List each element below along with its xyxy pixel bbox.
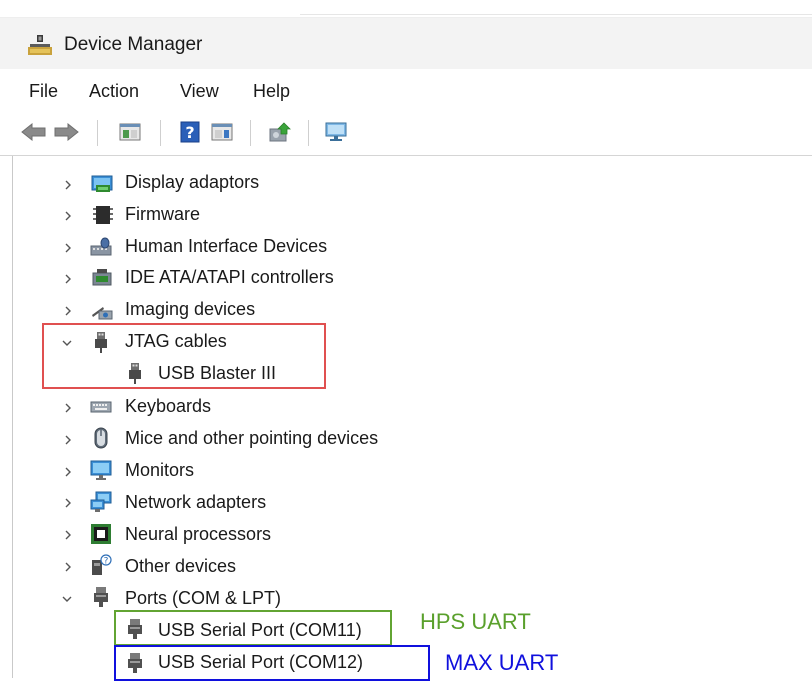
chevron-right-icon[interactable] bbox=[62, 305, 74, 317]
tree-item-label: Imaging devices bbox=[125, 299, 256, 319]
help-icon: ? bbox=[180, 121, 200, 143]
toolbar-separator bbox=[308, 120, 309, 146]
toolbar-separator bbox=[160, 120, 161, 146]
window-top-edge bbox=[300, 14, 812, 15]
tree-item-label: Display adaptors bbox=[125, 172, 260, 192]
back-button[interactable] bbox=[20, 118, 48, 146]
port-icon bbox=[94, 587, 108, 607]
hps-uart-highlight-box bbox=[114, 610, 392, 646]
device-tree[interactable] bbox=[0, 156, 812, 678]
keyboard-icon bbox=[90, 401, 112, 413]
neural-processor-icon bbox=[91, 524, 111, 544]
forward-icon bbox=[54, 123, 79, 141]
unknown-device-icon: ? bbox=[92, 554, 112, 575]
hid-icon bbox=[90, 237, 112, 256]
tree-left-border bbox=[12, 156, 13, 678]
chevron-right-icon[interactable] bbox=[62, 402, 74, 414]
help-button[interactable]: ? bbox=[176, 118, 204, 146]
tree-item-label: Neural processors bbox=[125, 524, 272, 544]
svg-text:?: ? bbox=[104, 557, 109, 567]
hps-uart-annotation: HPS UART bbox=[420, 609, 531, 634]
chevron-right-icon[interactable] bbox=[62, 497, 74, 509]
toolbar-separator bbox=[97, 120, 98, 146]
action-pane-button[interactable] bbox=[208, 118, 236, 146]
max-uart-annotation: MAX UART bbox=[445, 650, 559, 675]
menu-view[interactable]: View bbox=[180, 81, 219, 102]
device-manager-icon bbox=[28, 35, 52, 55]
forward-button[interactable] bbox=[52, 118, 80, 146]
tree-item-label: Monitors bbox=[125, 460, 195, 480]
tree-item-label: Human Interface Devices bbox=[125, 236, 328, 256]
tree-item-label: Firmware bbox=[125, 204, 200, 224]
action-pane-icon bbox=[211, 123, 233, 141]
svg-text:?: ? bbox=[185, 123, 194, 142]
firmware-icon bbox=[93, 206, 113, 224]
chevron-right-icon[interactable] bbox=[62, 273, 74, 285]
tree-item-label: Other devices bbox=[125, 556, 237, 576]
chevron-right-icon[interactable] bbox=[62, 179, 74, 191]
window-title: Device Manager bbox=[64, 34, 203, 55]
back-icon bbox=[21, 123, 46, 141]
show-hide-tree-button[interactable] bbox=[116, 118, 144, 146]
jtag-highlight-box bbox=[42, 323, 326, 389]
display-adapter-icon bbox=[91, 175, 113, 192]
tree-item-label: Keyboards bbox=[125, 396, 212, 416]
toolbar-separator bbox=[250, 120, 251, 146]
menu-help[interactable]: Help bbox=[253, 81, 290, 102]
tree-item-label: Network adapters bbox=[125, 492, 267, 512]
update-driver-button[interactable] bbox=[266, 118, 294, 146]
scan-hardware-button[interactable] bbox=[322, 118, 350, 146]
monitor-icon bbox=[90, 460, 112, 480]
mouse-icon bbox=[94, 427, 108, 449]
chevron-right-icon[interactable] bbox=[62, 242, 74, 254]
tree-item-label: Ports (COM & LPT) bbox=[125, 588, 282, 608]
chevron-right-icon[interactable] bbox=[62, 466, 74, 478]
scan-hardware-icon bbox=[325, 122, 347, 141]
chevron-right-icon[interactable] bbox=[62, 529, 74, 541]
update-driver-icon bbox=[269, 122, 291, 142]
chevron-right-icon[interactable] bbox=[62, 434, 74, 446]
menu-action[interactable]: Action bbox=[89, 81, 139, 102]
ide-controller-icon bbox=[92, 269, 112, 286]
imaging-device-icon bbox=[92, 307, 113, 320]
tree-item-label: IDE ATA/ATAPI controllers bbox=[125, 267, 334, 287]
chevron-right-icon[interactable] bbox=[62, 210, 74, 222]
menu-file[interactable]: File bbox=[29, 81, 58, 102]
chevron-right-icon[interactable] bbox=[62, 561, 74, 573]
max-uart-highlight-box bbox=[114, 645, 430, 681]
tree-item-label: Mice and other pointing devices bbox=[125, 428, 379, 448]
show-hide-tree-icon bbox=[119, 123, 141, 141]
network-adapter-icon bbox=[90, 491, 112, 512]
chevron-down-icon[interactable] bbox=[61, 593, 73, 605]
